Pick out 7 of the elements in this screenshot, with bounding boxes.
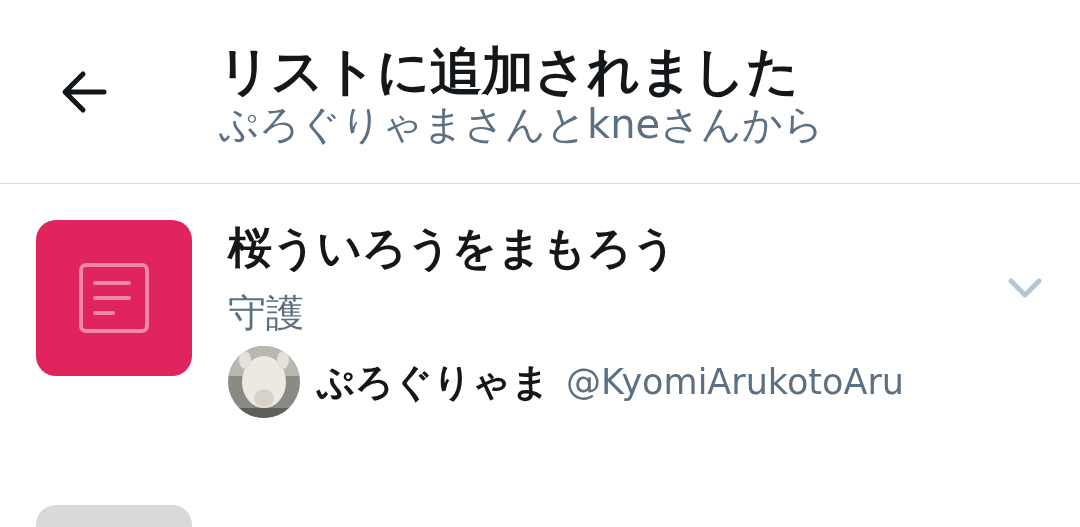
list-title: 桜ういろうをまもろう bbox=[228, 222, 678, 275]
owner-handle: @KyomiArukotoAru bbox=[566, 361, 904, 405]
page-title: リストに追加されました bbox=[218, 42, 800, 101]
owner-name: ぷろぐりゃま bbox=[316, 358, 550, 406]
document-icon bbox=[78, 262, 150, 334]
page-subtitle: ぷろぐりゃまさんとkneさんから bbox=[218, 100, 825, 149]
list-description: 守護 bbox=[228, 290, 305, 337]
